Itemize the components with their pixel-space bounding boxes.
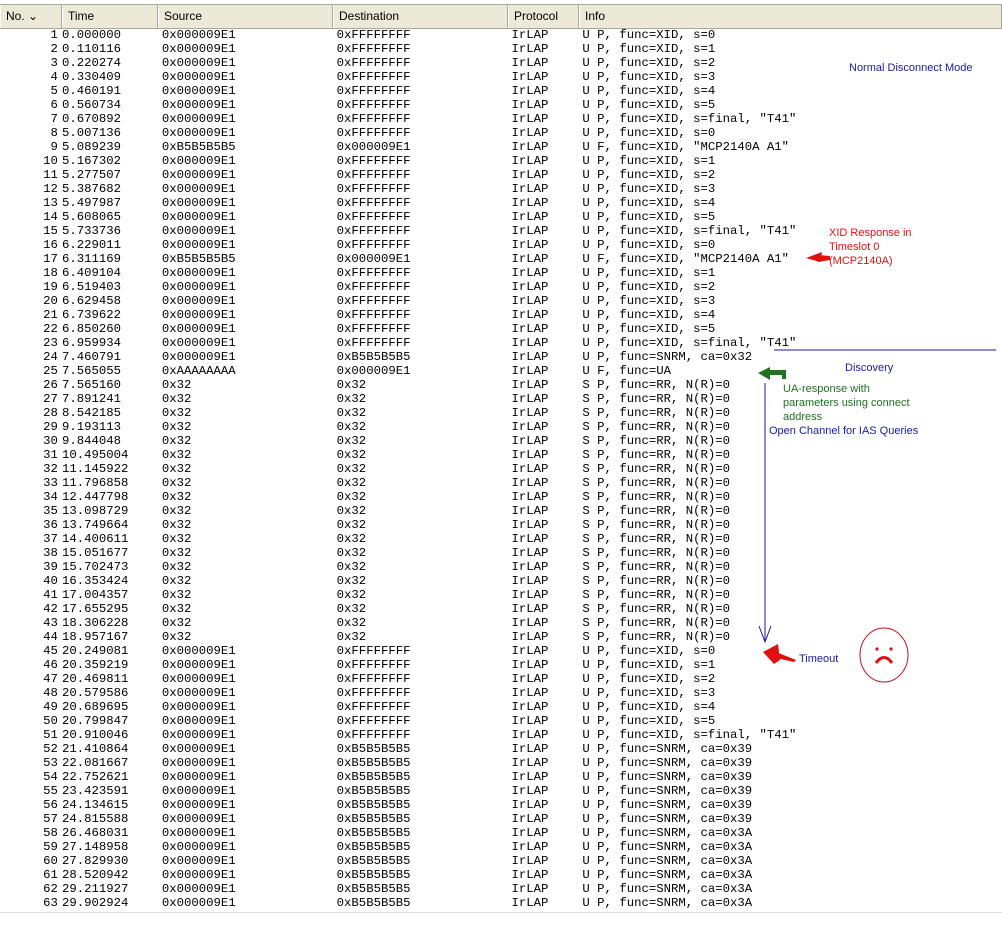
red-arrow-icon bbox=[806, 252, 830, 262]
red-arrow-icon bbox=[763, 644, 796, 664]
green-arrow-icon bbox=[758, 367, 786, 380]
annotation-overlay bbox=[758, 252, 996, 683]
sad-face-icon bbox=[859, 627, 909, 683]
timeline-arrow bbox=[758, 383, 772, 644]
